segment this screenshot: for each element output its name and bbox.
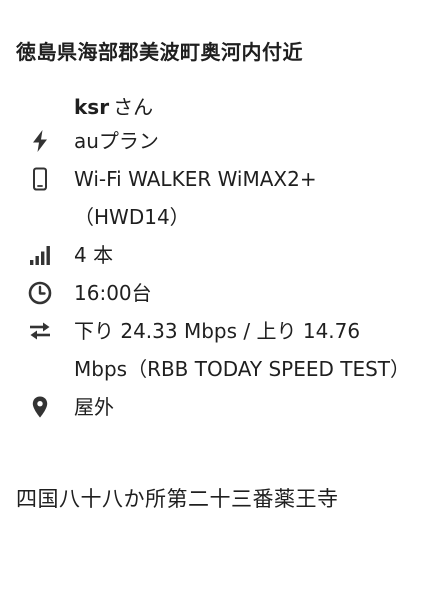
user-name: ksr bbox=[74, 95, 110, 119]
user-suffix: さん bbox=[113, 95, 154, 119]
map-pin-icon bbox=[28, 395, 52, 419]
transfer-arrows-icon bbox=[28, 319, 52, 343]
speed-row: 下り 24.33 Mbps / 上り 14.76 Mbps（RBB TODAY … bbox=[16, 312, 416, 388]
device-model: （HWD14） bbox=[74, 205, 190, 229]
signal-row: 4 本 bbox=[16, 236, 416, 274]
speed-label: 下り 24.33 Mbps / 上り 14.76 Mbps（RBB TODAY … bbox=[74, 319, 411, 381]
measurement-info-list: ksr さん auプラン Wi-Fi WALKER WiMAX2+ （HWD14） bbox=[16, 92, 416, 426]
place-row: 屋外 bbox=[16, 388, 416, 426]
spot-caption: 四国八十八か所第二十三番薬王寺 bbox=[16, 487, 339, 511]
signal-bars-icon bbox=[28, 243, 52, 267]
report-card: 徳島県海部郡美波町奥河内付近 ksr さん auプラン Wi-Fi WALKER … bbox=[0, 0, 425, 590]
lightning-icon bbox=[28, 129, 52, 153]
phone-icon bbox=[28, 167, 52, 191]
user-row: ksr さん bbox=[16, 92, 416, 122]
signal-label: 4 本 bbox=[74, 243, 114, 267]
plan-label: auプラン bbox=[74, 129, 159, 153]
time-label: 16:00台 bbox=[74, 281, 152, 305]
location-title: 徳島県海部郡美波町奥河内付近 bbox=[16, 40, 303, 64]
time-row: 16:00台 bbox=[16, 274, 416, 312]
device-name: Wi-Fi WALKER WiMAX2+ bbox=[74, 167, 317, 191]
plan-row: auプラン bbox=[16, 122, 416, 160]
device-row: Wi-Fi WALKER WiMAX2+ （HWD14） bbox=[16, 160, 416, 236]
clock-icon bbox=[28, 281, 52, 305]
place-label: 屋外 bbox=[74, 395, 114, 419]
